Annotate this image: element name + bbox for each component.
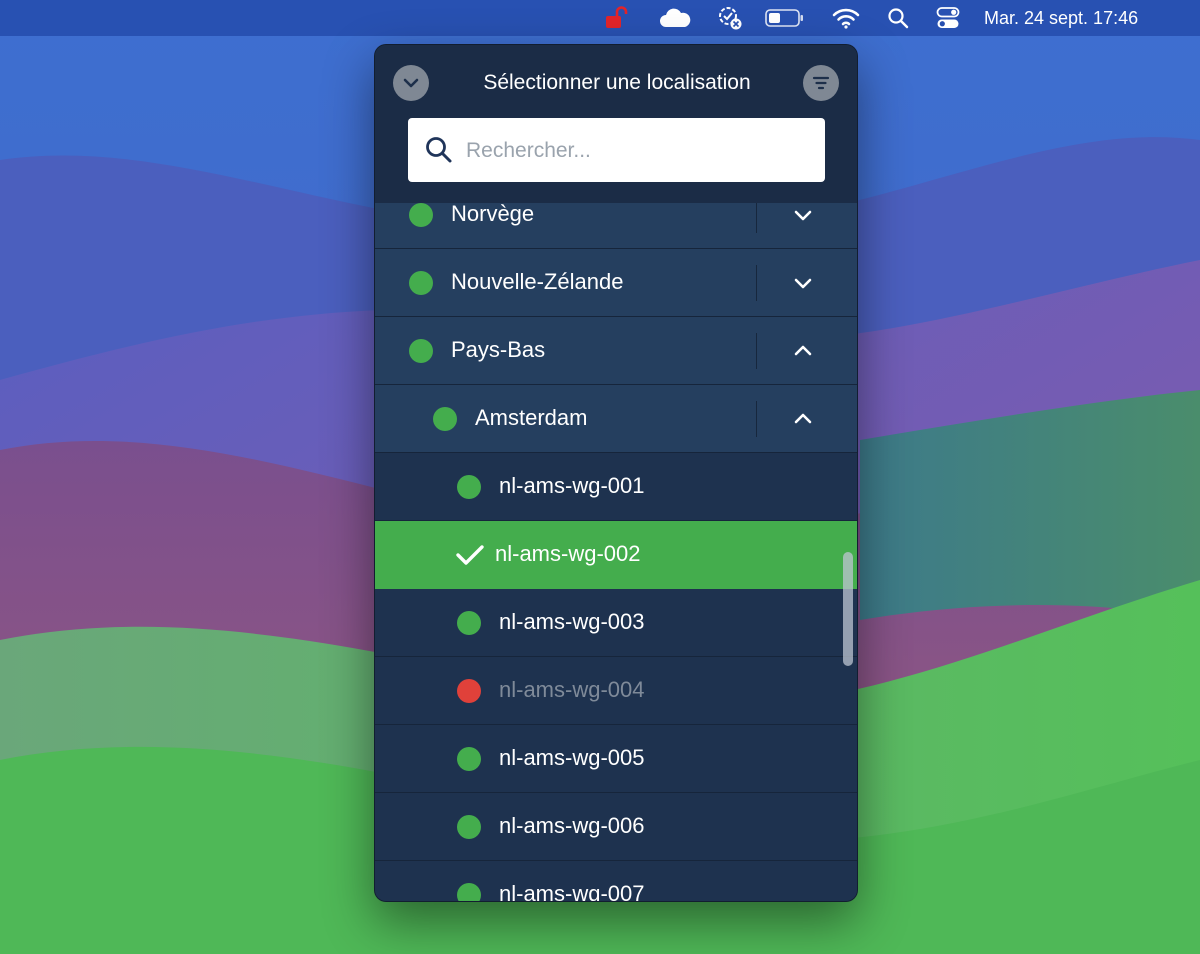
- control-center-icon[interactable]: [935, 6, 961, 30]
- city-label: Amsterdam: [475, 405, 588, 430]
- server-label: nl-ams-wg-006: [499, 813, 645, 838]
- battery-icon[interactable]: [765, 6, 805, 30]
- collapse-button[interactable]: [393, 65, 429, 101]
- server-label: nl-ams-wg-001: [499, 473, 645, 498]
- expand-button[interactable]: [789, 203, 817, 229]
- chevron-down-icon: [403, 78, 419, 88]
- wifi-icon[interactable]: [831, 6, 861, 30]
- status-dot-offline: [457, 679, 481, 703]
- status-dot-online: [457, 883, 481, 901]
- location-selector-panel: Sélectionner une localisation Norvège: [374, 44, 858, 902]
- country-label: Norvège: [451, 203, 535, 226]
- server-label: nl-ams-wg-003: [499, 609, 645, 634]
- location-list: Norvège Nouvelle-Zélande Pays-Bas Amster…: [375, 203, 857, 902]
- sync-status-icon[interactable]: [716, 6, 744, 30]
- server-row-offline[interactable]: nl-ams-wg-004: [375, 657, 857, 725]
- country-label: Pays-Bas: [451, 337, 546, 362]
- search-box: [408, 118, 825, 184]
- chevron-down-icon: [794, 210, 812, 221]
- status-dot-online: [457, 815, 481, 839]
- country-row-nouvelle-zelande[interactable]: Nouvelle-Zélande: [375, 249, 857, 317]
- country-label: Nouvelle-Zélande: [451, 269, 624, 294]
- status-dot-online: [409, 339, 433, 363]
- filter-icon: [812, 76, 830, 90]
- expand-button[interactable]: [789, 269, 817, 297]
- menu-bar-clock[interactable]: Mar. 24 sept. 17:46: [984, 0, 1138, 36]
- server-row[interactable]: nl-ams-wg-003: [375, 589, 857, 657]
- city-row-amsterdam[interactable]: Amsterdam: [375, 385, 857, 453]
- chevron-down-icon: [794, 278, 812, 289]
- server-label: nl-ams-wg-004: [499, 677, 645, 702]
- panel-title: Sélectionner une localisation: [483, 71, 751, 94]
- server-label: nl-ams-wg-005: [499, 745, 645, 770]
- cloud-icon[interactable]: [657, 6, 693, 30]
- checkmark-icon: [456, 545, 484, 565]
- spotlight-search-icon[interactable]: [886, 6, 910, 30]
- status-dot-online: [457, 475, 481, 499]
- server-row[interactable]: nl-ams-wg-005: [375, 725, 857, 793]
- country-row-pays-bas[interactable]: Pays-Bas: [375, 317, 857, 385]
- server-label: nl-ams-wg-002: [495, 541, 641, 566]
- server-row-selected[interactable]: nl-ams-wg-002: [375, 521, 857, 589]
- status-dot-online: [409, 271, 433, 295]
- vpn-unlocked-icon[interactable]: [601, 6, 631, 30]
- chevron-up-icon: [794, 413, 812, 424]
- status-dot-online: [457, 611, 481, 635]
- list-scrollbar[interactable]: [843, 552, 853, 666]
- server-label: nl-ams-wg-007: [499, 881, 645, 902]
- status-dot-online: [409, 203, 433, 227]
- collapse-country-button[interactable]: [789, 337, 817, 365]
- search-icon: [426, 137, 452, 163]
- chevron-up-icon: [794, 345, 812, 356]
- collapse-city-button[interactable]: [789, 405, 817, 433]
- server-row[interactable]: nl-ams-wg-007: [375, 861, 857, 902]
- search-input[interactable]: [464, 118, 818, 184]
- battery-level-fill: [769, 13, 780, 23]
- panel-header: Sélectionner une localisation: [375, 45, 857, 203]
- server-row[interactable]: nl-ams-wg-006: [375, 793, 857, 861]
- filter-button[interactable]: [803, 65, 839, 101]
- status-dot-online: [457, 747, 481, 771]
- status-dot-online: [433, 407, 457, 431]
- server-row[interactable]: nl-ams-wg-001: [375, 453, 857, 521]
- country-row-norvege[interactable]: Norvège: [375, 203, 857, 249]
- menu-bar: Mar. 24 sept. 17:46: [0, 0, 1200, 36]
